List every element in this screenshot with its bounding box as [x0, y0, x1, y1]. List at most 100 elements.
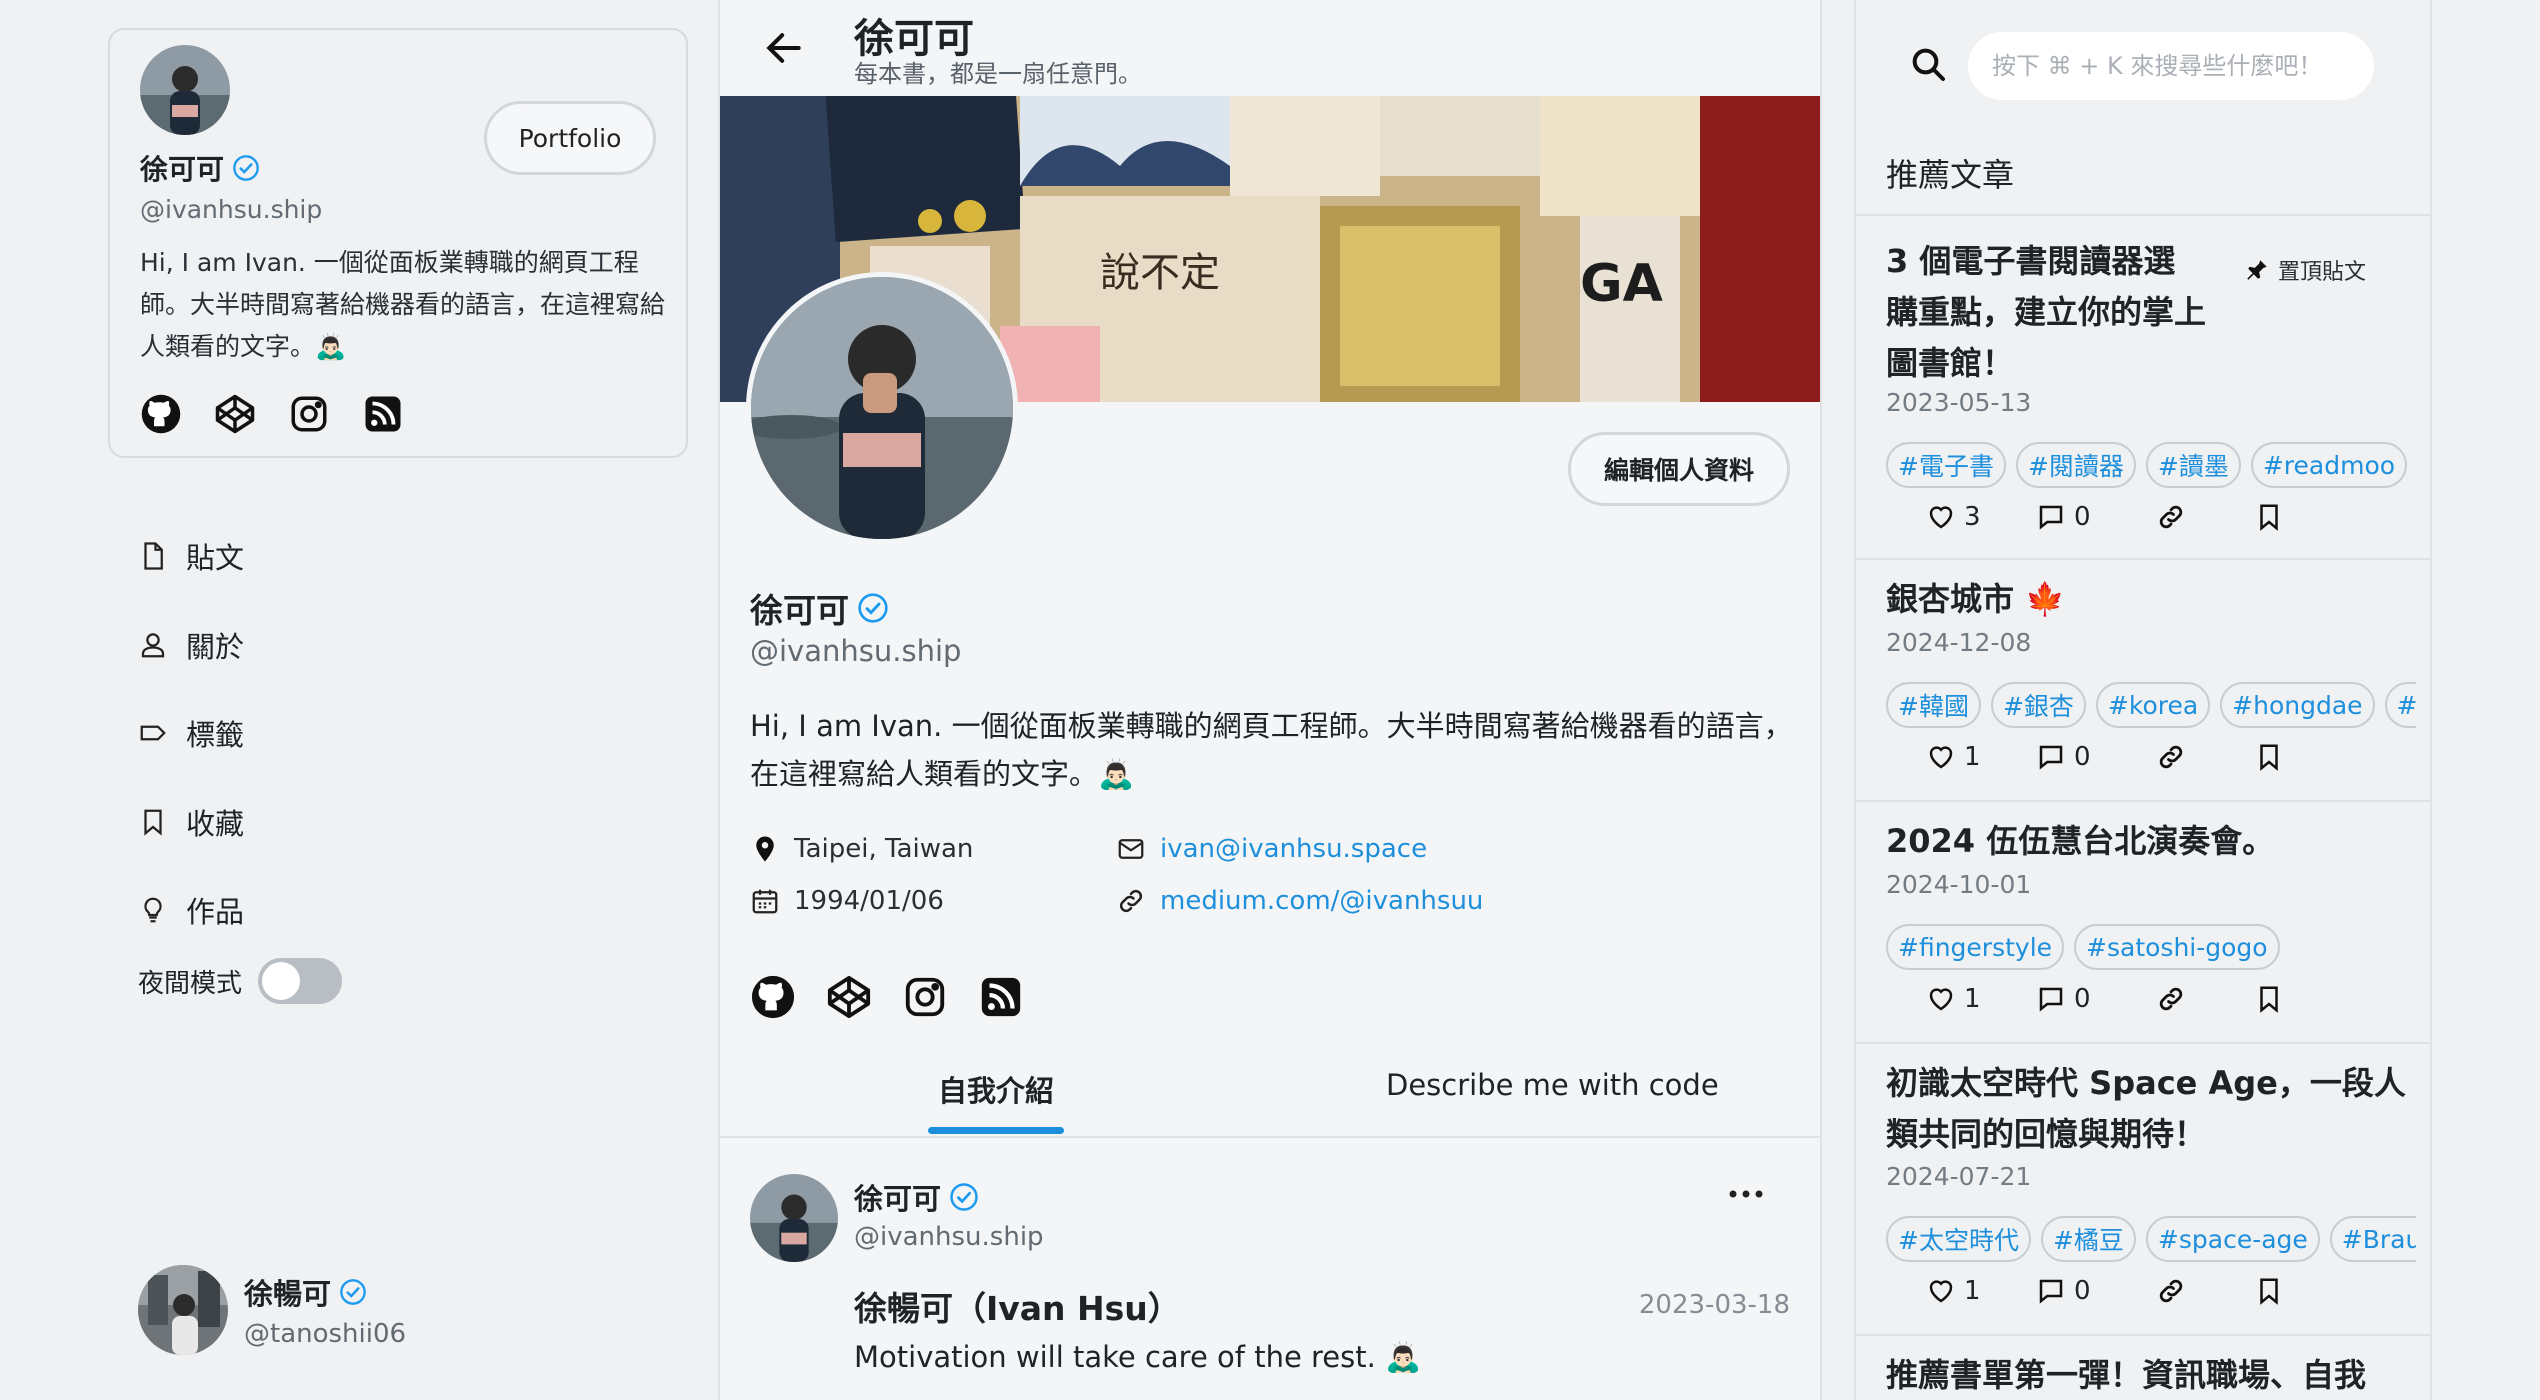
rss-icon[interactable]: [978, 974, 1024, 1020]
website-link[interactable]: medium.com/@ivanhsuu: [1160, 886, 1483, 916]
profile-location: Taipei, Taiwan: [750, 834, 973, 864]
article-title[interactable]: 3 個電子書閱讀器選購重點，建立你的掌上圖書館！: [1886, 236, 2206, 389]
tag-chip[interactable]: #fingerstyle: [1886, 924, 2065, 970]
heart-icon: [1926, 984, 1956, 1014]
post-card[interactable]: 徐可可 @ivanhsu.ship 徐暢可（Ivan Hsu） 2023-03-…: [720, 1140, 1820, 1400]
article-title[interactable]: 初識太空時代 Space Age，一段人類共同的回憶與期待！: [1886, 1058, 2416, 1160]
like-button[interactable]: 1: [1926, 984, 2036, 1014]
nav-item-about[interactable]: 關於: [138, 601, 244, 690]
article-card[interactable]: 推薦書單第一彈！資訊職場、自我: [1856, 1334, 2430, 1400]
night-mode-toggle[interactable]: [258, 958, 343, 1004]
copy-link-button[interactable]: [2156, 1276, 2254, 1306]
profile-avatar[interactable]: [746, 272, 1018, 544]
nav-item-tags[interactable]: 標籤: [138, 689, 244, 778]
github-icon[interactable]: [140, 393, 182, 435]
svg-text:GA: GA: [1580, 254, 1663, 314]
comment-button[interactable]: 0: [2036, 502, 2156, 532]
tag-chip[interactable]: #satoshi-gogo: [2074, 924, 2280, 970]
bookmark-button[interactable]: [2254, 502, 2284, 532]
article-tags: #韓國#銀杏#korea#hongdae #autu: [1886, 682, 2416, 728]
nav-item-works[interactable]: 作品: [138, 866, 244, 955]
article-title[interactable]: 2024 伍伍慧台北演奏會。: [1886, 816, 2406, 867]
like-button[interactable]: 1: [1926, 742, 2036, 772]
tab-describe-code[interactable]: Describe me with code: [1386, 1068, 1719, 1102]
profile-header: 徐可可 每本書，都是一扇任意門。: [720, 0, 1820, 96]
tag-chip[interactable]: #space-age: [2145, 1216, 2320, 1262]
codepen-icon[interactable]: [214, 393, 256, 435]
rss-icon[interactable]: [362, 393, 404, 435]
article-card[interactable]: 2024 伍伍慧台北演奏會。 2024-10-01 #fingerstyle #sat…: [1856, 800, 2430, 1042]
copy-link-button[interactable]: [2156, 502, 2254, 532]
tag-chip[interactable]: #autu: [2384, 682, 2416, 728]
verified-icon: [339, 1278, 367, 1306]
account-info: 徐暢可 @tanoshii06: [244, 1271, 406, 1349]
calendar-icon: [750, 886, 780, 916]
article-actions: 1 0: [1926, 1276, 2284, 1306]
comment-count: 0: [2074, 502, 2091, 532]
profile-birthday: 1994/01/06: [750, 886, 944, 916]
verified-icon: [857, 592, 889, 624]
post-date: 2023-03-18: [1638, 1290, 1790, 1320]
tag-chip[interactable]: #橘豆: [2040, 1216, 2136, 1262]
bookmark-button[interactable]: [2254, 742, 2284, 772]
bookmark-button[interactable]: [2254, 984, 2284, 1014]
birthday-text: 1994/01/06: [794, 886, 944, 916]
tag-chip[interactable]: #Braun: [2329, 1216, 2416, 1262]
link-icon: [2156, 984, 2186, 1014]
tag-chip[interactable]: #銀杏: [1990, 682, 2086, 728]
tag-chip[interactable]: #readmoo: [2250, 442, 2408, 488]
codepen-icon[interactable]: [826, 974, 872, 1020]
nav-item-posts[interactable]: 貼文: [138, 512, 244, 601]
tag-chip[interactable]: #讀墨: [2145, 442, 2241, 488]
back-arrow-icon[interactable]: [762, 26, 806, 70]
tag-chip[interactable]: #韓國: [1886, 682, 1981, 728]
article-card[interactable]: 初識太空時代 Space Age，一段人類共同的回憶與期待！ 2024-07-21…: [1856, 1042, 2430, 1334]
nav-item-bookmarks[interactable]: 收藏: [138, 778, 244, 867]
main-nav: 貼文 關於 標籤 收藏 作品: [138, 512, 244, 955]
tag-chip[interactable]: #太空時代: [1886, 1216, 2031, 1262]
tag-chip[interactable]: #電子書: [1886, 442, 2006, 488]
nav-label: 貼文: [186, 541, 245, 576]
edit-profile-button[interactable]: 編輯個人資料: [1568, 432, 1790, 506]
article-card[interactable]: 銀杏城市 🍁 2024-12-08 #韓國#銀杏#korea#hongdae #aut…: [1856, 558, 2430, 800]
portfolio-button[interactable]: Portfolio: [484, 101, 656, 175]
comment-button[interactable]: 0: [2036, 984, 2156, 1014]
copy-link-button[interactable]: [2156, 984, 2254, 1014]
comment-icon: [2036, 742, 2066, 772]
avatar[interactable]: [140, 45, 230, 135]
tag-chip[interactable]: #閱讀器: [2015, 442, 2136, 488]
like-button[interactable]: 3: [1926, 502, 2036, 532]
post-author: 徐可可: [854, 1176, 979, 1218]
bookmark-icon: [2254, 984, 2284, 1014]
like-button[interactable]: 1: [1926, 1276, 2036, 1306]
active-tab-indicator: [928, 1127, 1064, 1134]
like-count: 1: [1964, 1276, 1981, 1306]
comment-button[interactable]: 0: [2036, 1276, 2156, 1306]
article-title[interactable]: 推薦書單第一彈！資訊職場、自我: [1886, 1350, 2416, 1400]
post-text: Motivation will take care of the rest. 🙇…: [854, 1340, 1422, 1374]
avatar[interactable]: [750, 1174, 838, 1262]
bookmark-button[interactable]: [2254, 1276, 2284, 1306]
file-icon: [138, 541, 168, 571]
copy-link-button[interactable]: [2156, 742, 2254, 772]
comment-icon: [2036, 984, 2066, 1014]
pinned-badge: 置頂貼文: [2244, 254, 2366, 286]
account-switcher[interactable]: 徐暢可 @tanoshii06: [138, 1265, 406, 1355]
email-link[interactable]: ivan@ivanhsu.space: [1160, 834, 1427, 864]
article-card[interactable]: 3 個電子書閱讀器選購重點，建立你的掌上圖書館！ 置頂貼文 2023-05-13 #電…: [1856, 214, 2430, 558]
instagram-icon[interactable]: [902, 974, 948, 1020]
more-options-icon[interactable]: [1726, 1184, 1766, 1204]
tab-about[interactable]: 自我介紹: [938, 1068, 1054, 1110]
github-icon[interactable]: [750, 974, 796, 1020]
profile-name: 徐可可: [750, 584, 889, 632]
search-input[interactable]: [1968, 32, 2374, 100]
profile-handle: @ivanhsu.ship: [750, 634, 962, 668]
comment-button[interactable]: 0: [2036, 742, 2156, 772]
article-date: 2023-05-13: [1886, 388, 2032, 417]
article-title[interactable]: 銀杏城市 🍁: [1886, 574, 2406, 625]
like-count: 1: [1964, 984, 1981, 1014]
tag-chip[interactable]: #korea: [2095, 682, 2211, 728]
verified-icon: [949, 1182, 979, 1212]
instagram-icon[interactable]: [288, 393, 330, 435]
tag-chip[interactable]: #hongdae: [2220, 682, 2375, 728]
